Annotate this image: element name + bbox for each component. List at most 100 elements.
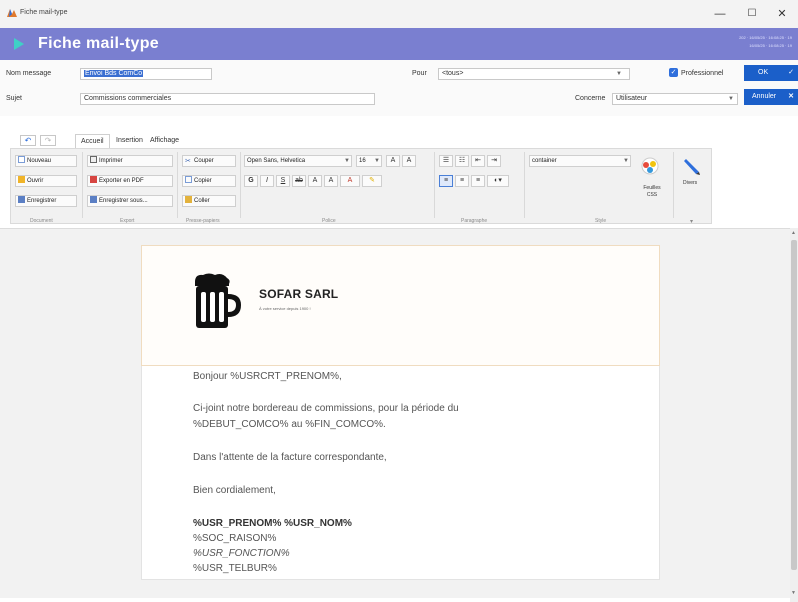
group-label-paragraphe: Paragraphe bbox=[461, 218, 488, 224]
annuler-button[interactable]: Annuler ✕ bbox=[744, 89, 798, 105]
separator bbox=[524, 152, 525, 218]
window-title: Fiche mail-type bbox=[20, 9, 68, 16]
nom-message-value: Envoi Bds ComCo bbox=[84, 70, 144, 77]
pour-select[interactable]: <tous> bbox=[438, 68, 630, 80]
concerne-label: Concerne bbox=[575, 95, 606, 102]
professionnel-checkbox[interactable]: ✓ bbox=[669, 68, 678, 77]
save-as-icon bbox=[90, 196, 97, 203]
check-icon: ✓ bbox=[788, 69, 794, 76]
sujet-label: Sujet bbox=[6, 95, 22, 102]
numbered-list-button[interactable]: ☷ bbox=[455, 155, 469, 167]
maximize-button[interactable]: ☐ bbox=[737, 6, 767, 22]
undo-button[interactable]: ↶ bbox=[20, 135, 36, 146]
new-doc-icon bbox=[18, 156, 25, 163]
scroll-down-icon[interactable]: ▼ bbox=[791, 590, 796, 596]
export-pdf-button[interactable]: Exporter en PDF bbox=[87, 175, 173, 187]
group-label-document: Document bbox=[30, 218, 53, 224]
beer-mug-logo bbox=[195, 273, 241, 328]
greeting-line: Bonjour %USRCRT_PRENOM%, bbox=[193, 371, 342, 382]
minimize-button[interactable]: — bbox=[705, 6, 735, 22]
group-label-police: Police bbox=[322, 218, 336, 224]
tab-accueil[interactable]: Accueil bbox=[75, 134, 110, 148]
tab-insertion[interactable]: Insertion bbox=[116, 137, 143, 144]
enregistrer-button[interactable]: Enregistrer bbox=[15, 195, 77, 207]
underline-button[interactable]: S bbox=[276, 175, 290, 187]
ok-label: OK bbox=[758, 69, 769, 76]
align-center-button[interactable]: ≡ bbox=[455, 175, 469, 187]
css-sheets-icon[interactable] bbox=[638, 157, 662, 179]
chevron-down-icon: ▼ bbox=[616, 71, 622, 77]
body-line-3: Dans l'attente de la facture corresponda… bbox=[193, 452, 387, 463]
highlight-color-button[interactable]: ✎ bbox=[362, 175, 382, 187]
save-icon bbox=[18, 196, 25, 203]
page-header: Fiche mail-type 202 · 16/05/25 · 16:08:2… bbox=[0, 28, 798, 60]
grow-font-button[interactable]: A bbox=[386, 155, 400, 167]
paste-icon bbox=[185, 196, 192, 203]
nouveau-button[interactable]: Nouveau bbox=[15, 155, 77, 167]
signature-name: %USR_PRENOM% %USR_NOM% bbox=[193, 518, 352, 529]
scroll-up-icon[interactable]: ▲ bbox=[791, 230, 796, 236]
separator bbox=[82, 152, 83, 218]
ouvrir-button[interactable]: Ouvrir bbox=[15, 175, 77, 187]
bullet-list-button[interactable]: ☰ bbox=[439, 155, 453, 167]
pour-label: Pour bbox=[412, 70, 427, 77]
couper-button[interactable]: ✂ Couper bbox=[182, 155, 236, 167]
body-line-1: Ci-joint notre bordereau de commissions,… bbox=[193, 403, 459, 414]
ok-button[interactable]: OK ✓ bbox=[744, 65, 798, 81]
scrollbar-thumb[interactable] bbox=[791, 240, 797, 570]
paragraph-color-button[interactable]: ◐▾ bbox=[487, 175, 509, 187]
align-left-button[interactable]: ≡ bbox=[439, 175, 453, 187]
company-tagline: À votre service depuis 1900 ! bbox=[259, 306, 311, 311]
signature-phone: %USR_TELBUR% bbox=[193, 563, 277, 574]
group-label-style: Style bbox=[595, 218, 607, 224]
title-bar: Fiche mail-type — ☐ ✕ bbox=[0, 0, 798, 28]
nouveau-label: Nouveau bbox=[27, 158, 52, 164]
group-label-presse: Presse-papiers bbox=[186, 218, 220, 224]
pdf-icon bbox=[90, 176, 97, 183]
enregistrer-label: Enregistrer bbox=[27, 198, 57, 204]
couper-label: Couper bbox=[194, 158, 214, 164]
body-line-2: %DEBUT_COMCO% au %FIN_COMCO%. bbox=[193, 419, 386, 430]
italic-button[interactable]: I bbox=[260, 175, 274, 187]
nom-message-label: Nom message bbox=[6, 70, 52, 77]
separator bbox=[177, 152, 178, 218]
concerne-select[interactable]: Utilisateur bbox=[612, 93, 738, 105]
chevron-down-icon: ▼ bbox=[728, 96, 734, 102]
tab-affichage[interactable]: Affichage bbox=[150, 137, 179, 144]
close-icon: ✕ bbox=[788, 93, 794, 100]
close-button[interactable]: ✕ bbox=[767, 6, 797, 22]
superscript-button[interactable]: A bbox=[324, 175, 338, 187]
sujet-input[interactable]: Commissions commerciales bbox=[80, 93, 375, 105]
coller-button[interactable]: Coller bbox=[182, 195, 236, 207]
bold-button[interactable]: G bbox=[244, 175, 258, 187]
strikethrough-button[interactable]: ab bbox=[292, 175, 306, 187]
ribbon-expand-icon[interactable]: ▾ bbox=[690, 218, 693, 225]
style-select[interactable]: container bbox=[529, 155, 631, 167]
subscript-button[interactable]: A bbox=[308, 175, 322, 187]
copy-icon bbox=[185, 176, 192, 183]
meta-line-1: 202 · 16/05/25 · 16:08:25 · 19 bbox=[739, 35, 792, 40]
professionnel-label: Professionnel bbox=[681, 70, 724, 77]
outdent-button[interactable]: ⇤ bbox=[471, 155, 485, 167]
shrink-font-button[interactable]: A bbox=[402, 155, 416, 167]
imprimer-button[interactable]: Imprimer bbox=[87, 155, 173, 167]
meta-line-2: 16/05/25 · 16:08:25 · 19 bbox=[749, 43, 792, 48]
group-label-export: Export bbox=[120, 218, 135, 224]
font-color-button[interactable]: A bbox=[340, 175, 360, 187]
indent-button[interactable]: ⇥ bbox=[487, 155, 501, 167]
pencil-icon[interactable] bbox=[682, 156, 702, 176]
scissors-icon: ✂ bbox=[185, 158, 191, 165]
copier-button[interactable]: Copier bbox=[182, 175, 236, 187]
chevron-down-icon: ▼ bbox=[623, 158, 629, 164]
redo-button[interactable]: ↷ bbox=[40, 135, 56, 146]
page-title: Fiche mail-type bbox=[38, 35, 159, 52]
copier-label: Copier bbox=[194, 178, 212, 184]
export-pdf-label: Exporter en PDF bbox=[99, 178, 144, 184]
font-family-select[interactable]: Open Sans, Helvetica bbox=[244, 155, 352, 167]
align-right-button[interactable]: ≡ bbox=[471, 175, 485, 187]
signature-function: %USR_FONCTION% bbox=[193, 548, 290, 559]
nom-message-input[interactable]: Envoi Bds ComCo bbox=[80, 68, 212, 80]
enregistrer-sous-button[interactable]: Enregistrer sous... bbox=[87, 195, 173, 207]
company-name: SOFAR SARL bbox=[259, 287, 339, 301]
ouvrir-label: Ouvrir bbox=[27, 178, 44, 184]
